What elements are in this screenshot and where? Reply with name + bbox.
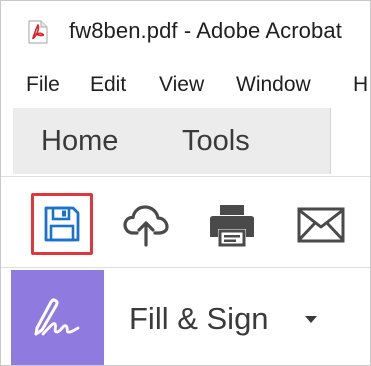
tab-tools[interactable]: Tools <box>182 125 250 158</box>
email-button[interactable] <box>295 201 347 249</box>
title-bar: fw8ben.pdf - Adobe Acrobat <box>1 1 370 59</box>
print-button[interactable] <box>207 201 257 249</box>
email-icon <box>296 205 346 245</box>
menu-window[interactable]: Window <box>236 73 311 97</box>
cloud-upload-icon <box>123 203 169 247</box>
menu-file[interactable]: File <box>26 73 60 97</box>
chevron-down-icon[interactable] <box>305 316 317 323</box>
print-icon <box>208 203 256 247</box>
tab-home[interactable]: Home <box>41 125 118 158</box>
menu-edit[interactable]: Edit <box>90 73 126 97</box>
fill-sign-label[interactable]: Fill & Sign <box>129 301 269 337</box>
pdf-file-icon <box>25 19 51 45</box>
upload-button[interactable] <box>122 201 170 249</box>
menu-help[interactable]: H <box>353 73 368 97</box>
save-icon <box>43 205 81 243</box>
menu-view[interactable]: View <box>159 73 204 97</box>
window-title: fw8ben.pdf - Adobe Acrobat <box>69 18 342 43</box>
menu-bar: File Edit View Window H <box>1 65 370 105</box>
fill-sign-icon-tile[interactable] <box>11 270 104 365</box>
acrobat-window: fw8ben.pdf - Adobe Acrobat File Edit Vie… <box>0 0 371 366</box>
save-button[interactable] <box>39 201 85 247</box>
signature-pen-icon <box>31 296 85 345</box>
